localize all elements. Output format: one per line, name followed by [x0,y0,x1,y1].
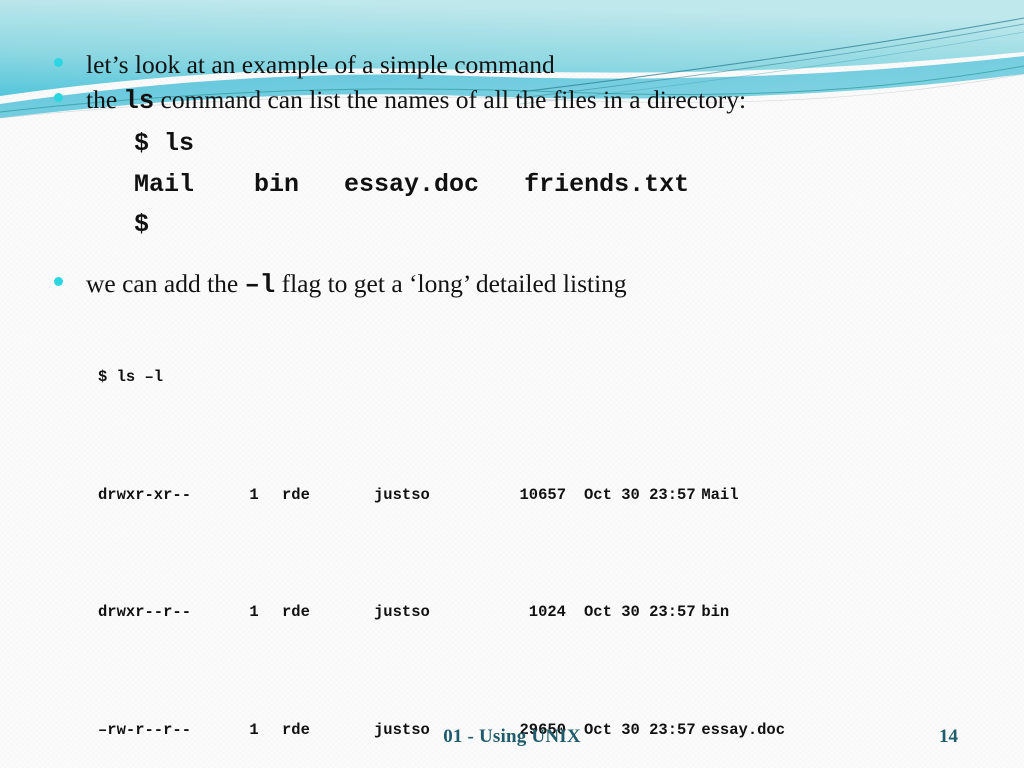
bullet-2-command: ls [123,87,155,117]
bullet-3-prefix: we can add the [86,268,245,298]
bullet-3-text: we can add the –l flag to get a ‘long’ d… [86,267,627,302]
slide-footer: 01 - Using UNIX 14 [0,726,1024,752]
bullet-item-1: let’s look at an example of a simple com… [54,48,984,81]
bullet-item-3: we can add the –l flag to get a ‘long’ d… [54,267,984,302]
ls-group: justso [374,603,430,622]
ls-owner: rde [282,485,310,504]
bullet-2-suffix: command can list the names of all the fi… [154,85,747,115]
slide-content: let’s look at an example of a simple com… [54,48,984,768]
code-block-1: $ ls Mail bin essay.doc friends.txt $ [134,124,984,246]
ls-filename: Mail [701,485,739,504]
bullet-3-suffix: flag to get a ‘long’ detailed listing [275,268,627,298]
bullet-2-prefix: the [86,85,124,115]
ls-size: 10657 [519,485,566,504]
table-row: drwxr--r-- 1 rde justso 1024 Oct 30 23:57 bin [98,598,984,627]
ls-owner: rde [282,603,310,622]
ls-date: Oct 30 23:57 [584,485,696,504]
ls-date: Oct 30 23:57 [584,603,696,622]
bullet-dot-icon [54,93,63,103]
ls-filename: bin [701,603,730,622]
bullet-2-text: the ls command can list the names of all… [86,83,746,118]
ls-group: justso [374,485,430,504]
bullet-dot-icon [54,276,63,286]
ls-links: 1 [249,485,259,504]
ls-permissions: drwxr--r-- [98,603,192,622]
bullet-dot-icon [54,58,63,67]
code-block-1-line-1: $ ls [134,129,195,159]
page-number: 14 [939,726,958,747]
code-block-2: $ ls –l drwxr-xr-- 1 rde justso 10657 Oct 30 … [98,304,984,768]
code-block-2-prompt: $ ls –l [98,367,164,386]
bullet-3-flag: –l [244,270,276,300]
footer-title: 01 - Using UNIX [443,726,581,747]
ls-size: 1024 [528,603,566,622]
bullet-item-2: the ls command can list the names of all… [54,83,984,118]
bullet-1-text: let’s look at an example of a simple com… [86,50,555,79]
slide: let’s look at an example of a simple com… [0,0,1024,768]
code-block-1-line-2: Mail bin essay.doc friends.txt [134,169,690,199]
ls-links: 1 [249,603,259,622]
table-row: drwxr-xr-- 1 rde justso 10657 Oct 30 23:57 Ma… [98,481,984,510]
ls-permissions: drwxr-xr-- [98,485,192,504]
code-block-1-line-3: $ [134,210,150,240]
